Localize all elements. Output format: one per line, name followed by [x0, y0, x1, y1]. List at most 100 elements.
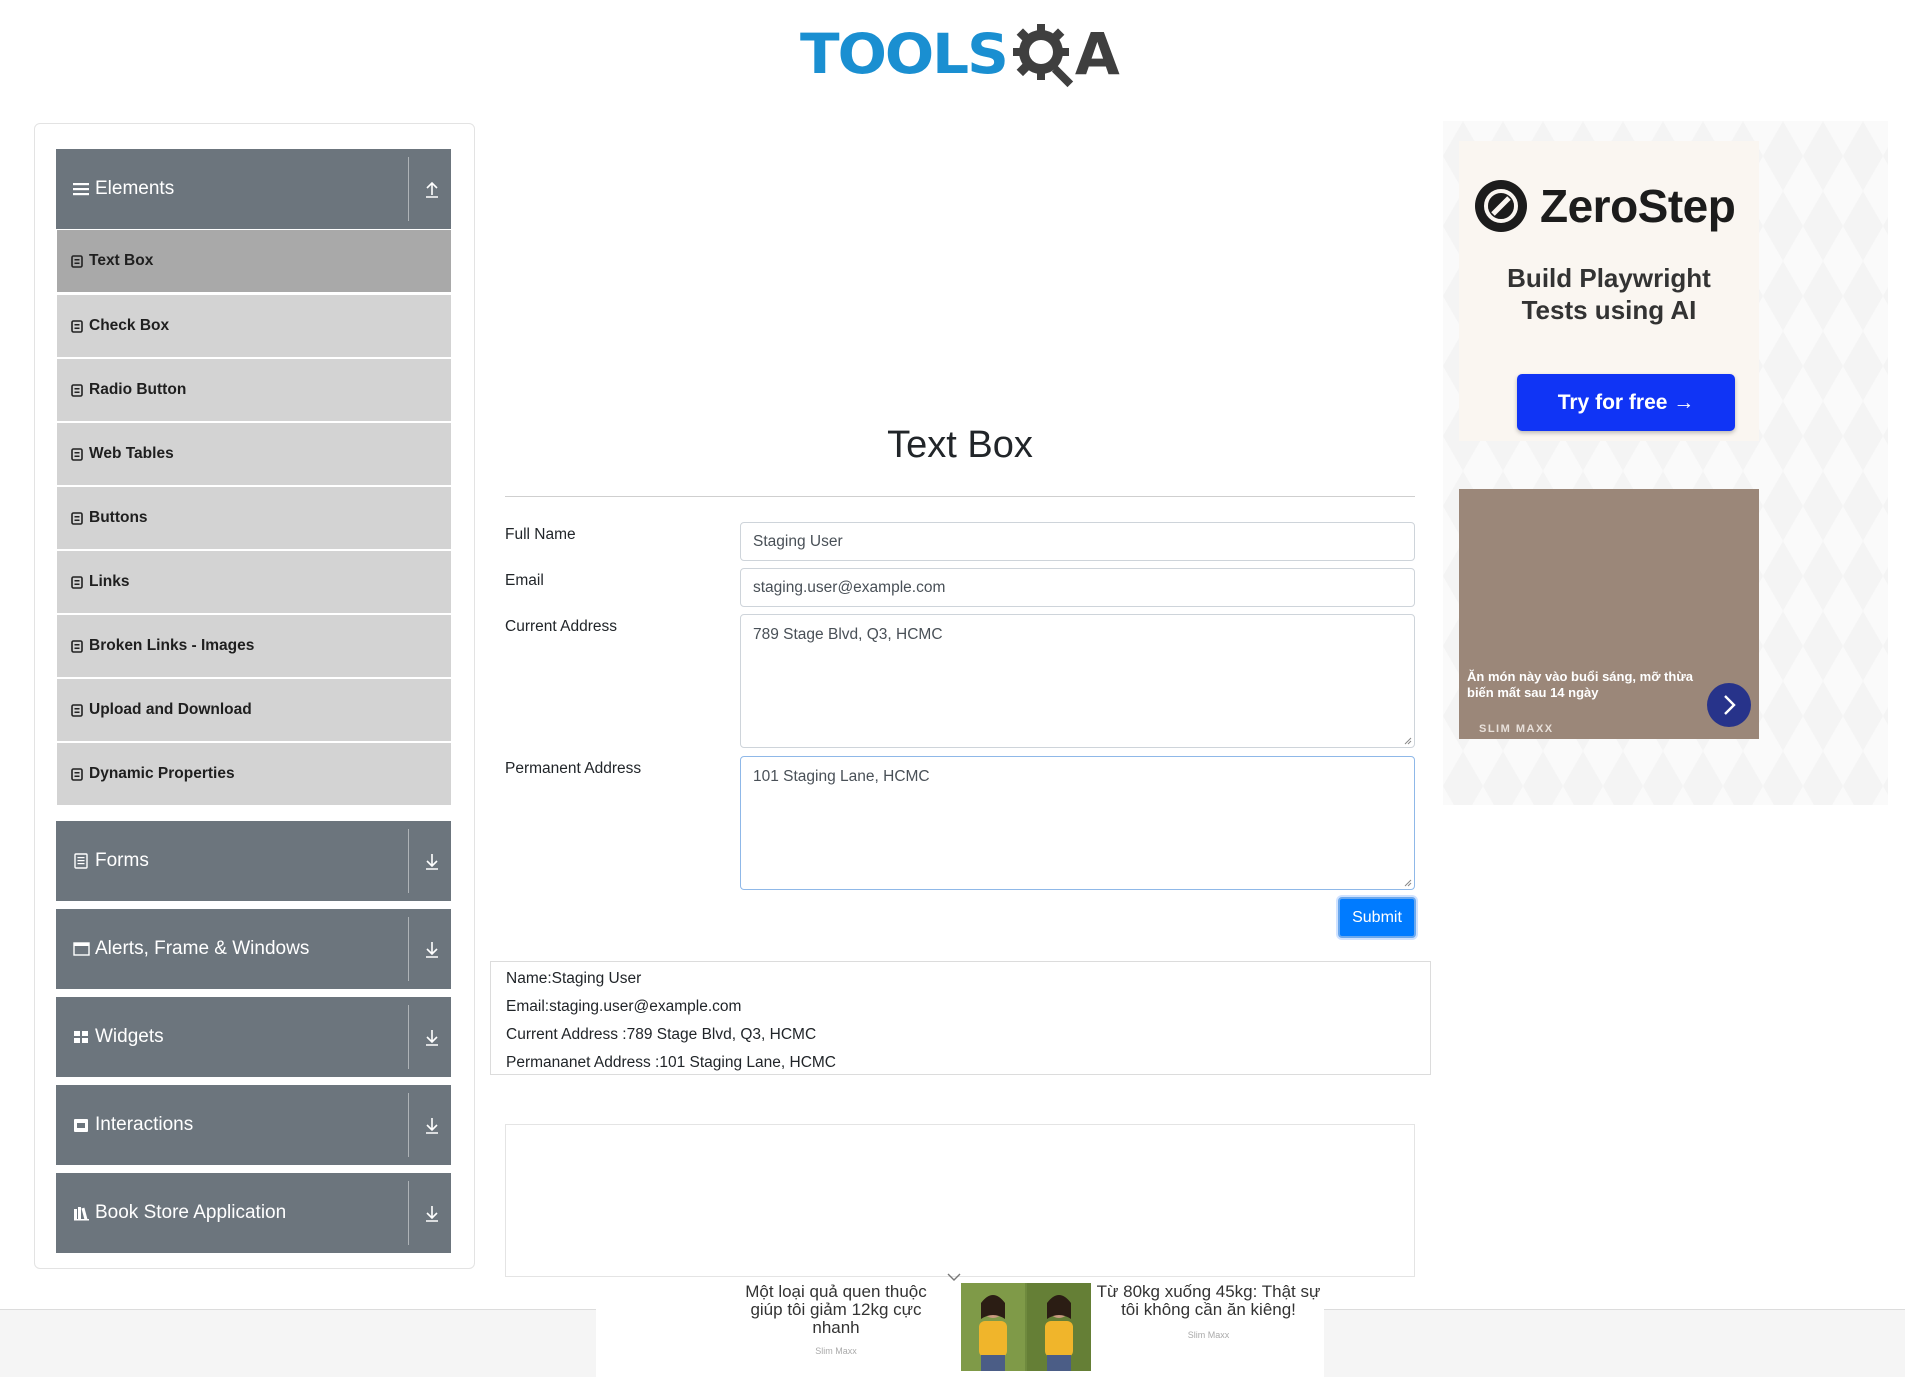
collapse-up-icon[interactable]: [421, 177, 443, 201]
list-icon: [71, 383, 83, 397]
current-address-label: Current Address: [505, 618, 617, 635]
list-icon: [71, 575, 83, 589]
sidebar-item-label: Radio Button: [89, 381, 187, 398]
output-current-address: Current Address :789 Stage Blvd, Q3, HCM…: [506, 1026, 817, 1043]
zerostep-logo-icon: [1475, 180, 1527, 232]
sidebar-item-label: Check Box: [89, 317, 170, 334]
sidebar-item-label: Broken Links - Images: [89, 637, 255, 654]
sidebar-item-broken-links-images[interactable]: Broken Links - Images: [57, 615, 451, 677]
sidebar-item-web-tables[interactable]: Web Tables: [57, 423, 451, 485]
full-name-input[interactable]: Staging User: [740, 522, 1415, 561]
sidebar-item-label: Dynamic Properties: [89, 765, 235, 782]
sidebar-item-label: Links: [89, 573, 130, 590]
list-icon: [71, 703, 83, 717]
expand-down-icon[interactable]: [421, 1025, 443, 1049]
left-sidebar: Elements Text Box Check Box Radio Button…: [34, 123, 475, 1269]
expand-down-icon[interactable]: [421, 937, 443, 961]
hamburger-icon: [73, 183, 89, 196]
full-name-label: Full Name: [505, 526, 576, 543]
permanent-address-label: Permanent Address: [505, 760, 642, 777]
sidebar-item-text-box[interactable]: Text Box: [57, 230, 451, 292]
group-divider: [408, 1181, 409, 1245]
bottom-ad-right-source: Slim Maxx: [1187, 1330, 1230, 1340]
zerostep-logo: ZeroStep: [1474, 179, 1736, 233]
sidebar-item-radio-button[interactable]: Radio Button: [57, 359, 451, 421]
output-name: Name:Staging User: [506, 970, 642, 987]
group-elements[interactable]: Elements: [56, 149, 451, 229]
logo-tools-text: TOOLS: [800, 21, 1009, 87]
zerostep-tagline: Build Playwright Tests using AI: [1459, 262, 1759, 326]
output-email: Email:staging.user@example.com: [506, 998, 742, 1015]
permanent-address-value: 101 Staging Lane, HCMC: [753, 768, 930, 785]
try-for-free-button[interactable]: Try for free →: [1517, 374, 1735, 431]
sidebar-item-links[interactable]: Links: [57, 551, 451, 613]
group-forms[interactable]: Forms: [56, 821, 451, 901]
sidebar-item-check-box[interactable]: Check Box: [57, 295, 451, 357]
output-panel: Name:Staging User Email:staging.user@exa…: [490, 961, 1431, 1075]
bottom-ad-right-text[interactable]: Từ 80kg xuống 45kg: Thật sự tôi không cầ…: [1096, 1283, 1321, 1319]
group-divider: [408, 917, 409, 981]
sidebar-item-label: Upload and Download: [89, 701, 252, 718]
group-label: Widgets: [95, 1026, 164, 1047]
sidebar-item-upload-and-download[interactable]: Upload and Download: [57, 679, 451, 741]
bottom-ad-image[interactable]: [961, 1283, 1091, 1371]
sidebar-item-label: Text Box: [89, 252, 154, 269]
group-alerts-frame-windows[interactable]: Alerts, Frame & Windows: [56, 909, 451, 989]
window-icon: [73, 942, 90, 956]
email-label: Email: [505, 572, 544, 589]
group-book-store-application[interactable]: Book Store Application: [56, 1173, 451, 1253]
group-divider: [408, 1093, 409, 1157]
slim-ad-brand: SLIM MAXX: [1479, 723, 1554, 735]
logo-a-text: A: [1074, 20, 1120, 88]
submit-button[interactable]: Submit: [1338, 897, 1416, 938]
list-icon: [71, 254, 83, 268]
gear-magnifier-icon: [1012, 24, 1074, 88]
empty-ad-slot: [505, 1124, 1415, 1277]
group-widgets[interactable]: Widgets: [56, 997, 451, 1077]
group-divider: [408, 1005, 409, 1069]
group-label: Elements: [95, 178, 175, 199]
permanent-address-textarea[interactable]: 101 Staging Lane, HCMC: [740, 756, 1415, 890]
expand-down-icon[interactable]: [421, 1201, 443, 1225]
zerostep-tagline-line1: Build Playwright: [1507, 263, 1711, 293]
current-address-value: 789 Stage Blvd, Q3, HCMC: [753, 626, 943, 643]
zerostep-ad[interactable]: ZeroStep Build Playwright Tests using AI…: [1459, 141, 1759, 441]
sidebar-item-label: Web Tables: [89, 445, 174, 462]
group-divider: [408, 829, 409, 893]
current-address-textarea[interactable]: 789 Stage Blvd, Q3, HCMC: [740, 614, 1415, 748]
slim-maxx-ad[interactable]: Ăn món này vào buổi sáng, mỡ thừa biến m…: [1459, 489, 1759, 739]
bottom-ad-left-source: Slim Maxx: [815, 1346, 857, 1356]
sidebar-item-buttons[interactable]: Buttons: [57, 487, 451, 549]
chevron-right-icon[interactable]: [1707, 683, 1751, 727]
group-label: Forms: [95, 850, 149, 871]
sidebar-item-dynamic-properties[interactable]: Dynamic Properties: [57, 743, 451, 805]
list-icon: [71, 319, 83, 333]
resize-grip-icon[interactable]: [1404, 737, 1412, 745]
expand-down-icon[interactable]: [421, 1113, 443, 1137]
sidebar-item-label: Buttons: [89, 509, 148, 526]
chevron-down-icon[interactable]: [947, 1272, 961, 1282]
book-store-icon: [74, 1207, 89, 1221]
group-divider: [408, 157, 409, 221]
widgets-icon: [74, 1031, 88, 1043]
bottom-ad-left-text[interactable]: Một loại quả quen thuộc giúp tôi giảm 12…: [736, 1283, 936, 1337]
title-divider: [505, 496, 1415, 497]
resize-grip-icon[interactable]: [1404, 879, 1412, 887]
group-label: Alerts, Frame & Windows: [95, 938, 310, 959]
group-interactions[interactable]: Interactions: [56, 1085, 451, 1165]
slim-ad-headline: Ăn món này vào buổi sáng, mỡ thừa biến m…: [1467, 669, 1693, 700]
group-label: Book Store Application: [95, 1202, 287, 1223]
bottom-ad-banner[interactable]: Một loại quả quen thuộc giúp tôi giảm 12…: [596, 1273, 1324, 1377]
right-ad-panel: ZeroStep Build Playwright Tests using AI…: [1443, 121, 1888, 805]
interactions-icon: [74, 1119, 88, 1132]
zerostep-brand: ZeroStep: [1540, 180, 1736, 232]
output-permanent-address: Permananet Address :101 Staging Lane, HC…: [506, 1054, 836, 1071]
list-icon: [71, 639, 83, 653]
form-icon: [74, 853, 88, 869]
list-icon: [71, 447, 83, 461]
list-icon: [71, 511, 83, 525]
email-input[interactable]: staging.user@example.com: [740, 568, 1415, 607]
expand-down-icon[interactable]: [421, 849, 443, 873]
list-icon: [71, 767, 83, 781]
toolsqa-logo[interactable]: TOOLS A: [800, 14, 1130, 94]
